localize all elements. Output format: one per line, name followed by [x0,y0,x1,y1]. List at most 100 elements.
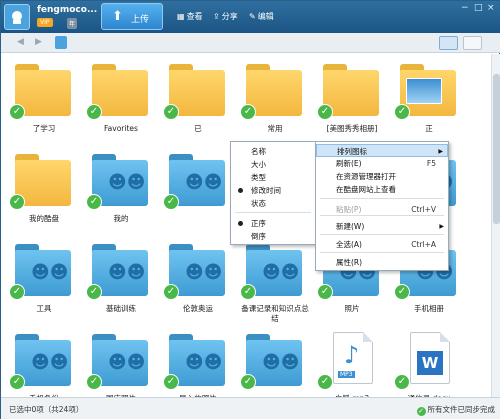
sync-status: ✓ 所有文件已同步完成 [416,405,495,416]
forward-arrow-icon[interactable]: ▶ [35,37,42,47]
selected-dot-icon [238,188,243,193]
sort-option[interactable]: 类型 [231,171,315,184]
file-item[interactable]: ☻☻✓手机备份 [7,326,81,397]
synced-check-icon: ✓ [317,284,333,300]
synced-check-icon: ✓ [394,104,410,120]
synced-check-icon: ✓ [9,284,25,300]
menu-separator [320,215,444,216]
list-view-button[interactable] [463,36,482,50]
file-item[interactable]: ☻☻✓国庆照片 [84,326,158,397]
menu-separator [320,234,444,235]
close-button[interactable]: × [487,3,495,13]
level-badge: 年 [67,18,78,29]
share-button[interactable]: ⇪ 分享 [213,11,238,22]
file-item[interactable]: ☻☻ ✓ 我的 [84,146,158,234]
file-item[interactable]: ♪MP3✓白狐.mp3 [315,326,389,397]
username[interactable]: fengmoco... [37,5,97,15]
synced-check-icon: ✓ [9,104,25,120]
file-label: 我的 [113,214,129,223]
context-menu-item[interactable]: 全选(A) Ctrl+A [316,238,448,251]
context-menu-item[interactable]: 属性(R) [316,256,448,269]
synced-check-icon: ✓ [317,104,333,120]
context-menu-item[interactable]: 排列图标 ▶ [316,144,448,157]
sort-option[interactable]: 名称 [231,145,315,158]
people-icon: ☻☻ [31,262,69,283]
people-icon: ☻☻ [185,352,223,373]
synced-check-icon: ✓ [9,194,25,210]
synced-check-icon: ✓ [163,374,179,390]
people-icon: ☻☻ [108,172,146,193]
file-item[interactable]: ☻☻ ✓ 基础训练 [84,236,158,324]
file-item[interactable]: ✓ 常用 [238,56,312,144]
synced-check-icon: ✓ [394,374,410,390]
sort-option[interactable]: 倒序 [231,230,315,243]
word-file-icon: W [410,332,450,384]
file-item[interactable]: W✓通信录.docx [392,326,466,397]
file-item[interactable]: ✓ 正 [392,56,466,144]
status-bar: 已选中0项（共24项） ✓ 所有文件已同步完成 [1,397,500,419]
synced-check-icon: ✓ [163,284,179,300]
menu-separator [320,198,444,199]
menu-separator [235,212,311,213]
synced-check-icon: ✓ [86,194,102,210]
file-label: 正 [425,124,433,133]
maximize-button[interactable]: □ [474,3,483,13]
synced-check-icon: ✓ [86,284,102,300]
synced-check-icon: ✓ [240,284,256,300]
image-thumbnail-icon [406,78,442,104]
people-icon: ☻☻ [108,352,146,373]
thumbnail-view-button[interactable] [439,36,458,50]
file-item[interactable]: ✓ Favorites [84,56,158,144]
sort-option[interactable]: 大小 [231,158,315,171]
file-item[interactable]: ✓ 我的酷盘 [7,146,81,234]
synced-check-icon: ✓ [163,104,179,120]
file-label: Favorites [104,124,138,133]
file-label: 我的酷盘 [29,214,59,223]
scrollbar-thumb[interactable] [493,74,500,224]
context-menu-item[interactable]: 刷新(E) F5 [316,157,448,170]
file-label: [美图秀秀相册] [326,124,378,133]
back-arrow-icon[interactable]: ◀ [17,37,24,47]
sort-option[interactable]: 修改时间 [231,184,315,197]
synced-check-icon: ✓ [86,104,102,120]
minimize-button[interactable]: − [461,3,469,13]
people-icon: ☻☻ [262,262,300,283]
file-item[interactable]: ☻☻ ✓ [161,146,235,234]
scrollbar[interactable] [491,54,500,397]
selection-status: 已选中0项（共24项） [9,405,84,414]
sort-submenu: 名称 大小 类型 修改时间 状态正序 倒序 [230,141,316,245]
mp3-file-icon: ♪ MP3 [333,332,373,384]
people-icon: ☻☻ [108,262,146,283]
people-icon: ☻☻ [185,262,223,283]
view-button[interactable]: ▦ 查看 [177,11,203,22]
file-item[interactable]: ☻☻ ✓ 工具 [7,236,81,324]
file-item[interactable]: ☻☻ ✓ 备课记录和知识点总结 [238,236,312,324]
vip-badge: VIP [37,18,53,27]
submenu-arrow-icon: ▶ [439,223,444,230]
file-item[interactable]: ☻☻ ✓ [238,326,312,397]
upload-button[interactable]: ⬆ 上传 [101,3,163,30]
file-label: 了学习 [32,124,56,133]
context-menu: 排列图标 ▶ 刷新(E) F5 在资源管理器打开 在酷盘网站上查看 粘贴(P) Ctrl+V 新… [315,141,449,271]
title-bar: fengmoco... VIP 年 ⬆ 上传 ▦ 查看 ⇪ 分享 ✎ 编辑 − □ × [1,1,500,33]
sort-option[interactable]: 状态 [231,197,315,210]
kanbox-logo-icon [4,4,30,30]
edit-button[interactable]: ✎ 编辑 [249,11,274,22]
file-item[interactable]: ☻☻ ✓ 伦敦奥运 [161,236,235,324]
context-menu-item[interactable]: 在酷盘网站上查看 [316,183,448,196]
context-menu-item[interactable]: 新建(W) ▶ [316,220,448,233]
sort-option[interactable]: 正序 [231,217,315,230]
file-label: 伦敦奥运 [183,304,213,313]
upload-label: 上传 [131,15,150,25]
synced-check-icon: ✓ [9,374,25,390]
synced-check-icon: ✓ [163,194,179,210]
file-item[interactable]: ☻☻✓导入的照片 [161,326,235,397]
file-item[interactable]: ✓ 已 [161,56,235,144]
view-icon: ▦ [177,12,185,21]
synced-check-icon: ✓ [86,374,102,390]
file-item[interactable]: ✓ [美图秀秀相册] [315,56,389,144]
file-item[interactable]: ✓ 了学习 [7,56,81,144]
home-breadcrumb-icon[interactable] [55,36,67,49]
context-menu-item[interactable]: 在资源管理器打开 [316,170,448,183]
synced-check-icon: ✓ [240,104,256,120]
